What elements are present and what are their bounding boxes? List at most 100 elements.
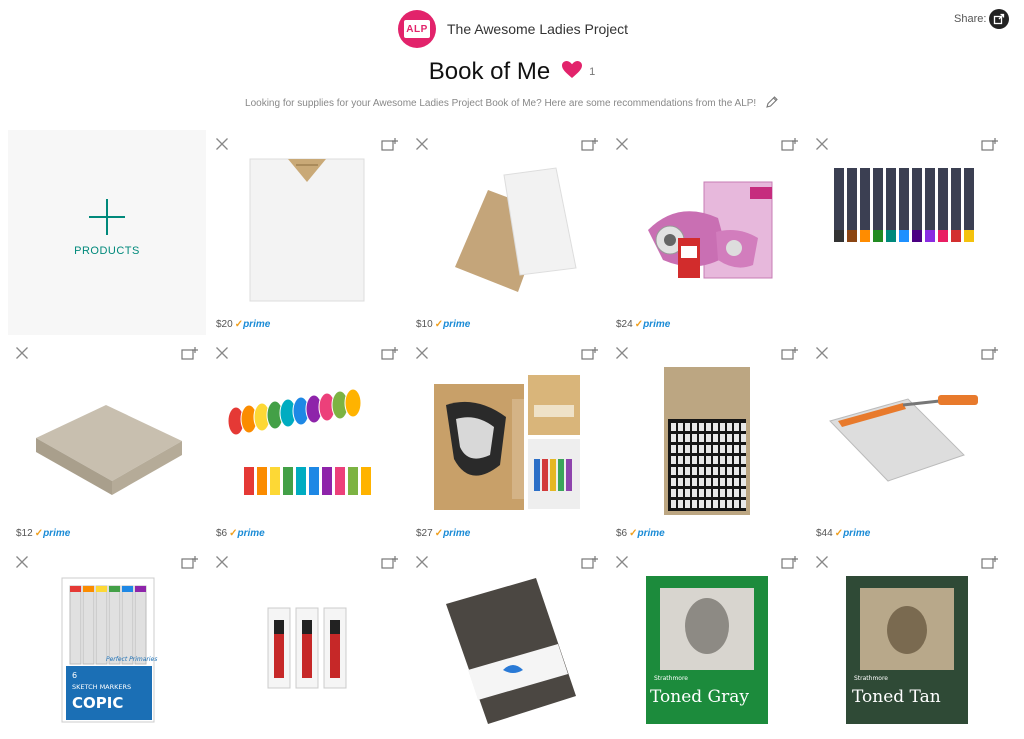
price-amount: $20	[216, 319, 233, 330]
product-tile-rainbow-washi-tape[interactable]: $6 ✓prime	[208, 339, 406, 544]
product-tile-tim-holtz-label-letters[interactable]: $6 ✓prime	[608, 339, 806, 544]
product-image[interactable]	[408, 339, 606, 544]
add-to-list-icon[interactable]	[781, 346, 799, 361]
add-to-list-icon[interactable]	[581, 346, 599, 361]
prime-check-icon: ✓	[234, 319, 244, 330]
brand-name[interactable]: The Awesome Ladies Project	[447, 21, 628, 37]
price-label: $6 ✓prime	[216, 528, 265, 539]
description-text: Looking for supplies for your Awesome La…	[245, 98, 757, 110]
product-tile-kraft-and-white-board[interactable]: $10 ✓prime	[408, 130, 606, 335]
add-to-list-icon[interactable]	[181, 346, 199, 361]
product-tile-strathmore-toned-gray[interactable]: Strathmore Toned Gray	[608, 548, 806, 739]
add-to-list-icon[interactable]	[981, 346, 999, 361]
pencil-icon[interactable]	[765, 95, 779, 112]
add-to-list-icon[interactable]	[581, 137, 599, 152]
add-to-list-icon[interactable]	[381, 137, 399, 152]
remove-icon[interactable]	[615, 555, 629, 569]
product-image[interactable]	[408, 130, 606, 335]
price-amount: $44	[816, 528, 833, 539]
toned-gray-label: Toned Gray	[650, 687, 749, 707]
toned-tan-label: Toned Tan	[852, 687, 941, 707]
product-image[interactable]: Strathmore Toned Gray	[608, 548, 806, 739]
prime-badge: prime	[43, 528, 71, 539]
remove-icon[interactable]	[415, 137, 429, 151]
remove-icon[interactable]	[415, 346, 429, 360]
product-tile-copic-sketch-markers[interactable]: 6 SKETCH MARKERS COPIC Perfect Primaries	[8, 548, 206, 739]
add-products-button[interactable]: PRODUCTS	[8, 130, 206, 335]
product-image[interactable]	[208, 548, 406, 739]
prime-badge: prime	[443, 319, 471, 330]
prime-check-icon: ✓	[229, 528, 238, 539]
product-image[interactable]: 6 SKETCH MARKERS COPIC Perfect Primaries	[8, 548, 206, 739]
prime-badge: prime	[843, 528, 871, 539]
add-products-label: PRODUCTS	[74, 244, 140, 257]
product-tile-sharpie-markers[interactable]	[208, 548, 406, 739]
price-label: $27 ✓prime	[416, 528, 470, 539]
price-label: $6 ✓prime	[616, 528, 665, 539]
add-to-list-icon[interactable]	[981, 137, 999, 152]
copic-count: 6	[72, 671, 77, 680]
add-to-list-icon[interactable]	[181, 555, 199, 570]
add-to-list-icon[interactable]	[581, 555, 599, 570]
price-amount: $27	[416, 528, 433, 539]
add-to-list-icon[interactable]	[981, 555, 999, 570]
price-amount: $12	[16, 528, 33, 539]
product-grid: PRODUCTS $20 ✓prime $10 ✓prime $24 ✓prime $12 ✓…	[8, 130, 1008, 739]
prime-check-icon: ✓	[434, 528, 444, 539]
product-tile-kraft-cardstock-pack[interactable]: $12 ✓prime	[8, 339, 206, 544]
add-to-list-icon[interactable]	[781, 555, 799, 570]
product-image[interactable]	[808, 130, 1006, 335]
copic-brand: COPIC	[72, 694, 123, 712]
product-image[interactable]	[808, 339, 1006, 544]
product-tile-tim-holtz-tiny-attacher[interactable]: $27 ✓prime	[408, 339, 606, 544]
price-label: $44 ✓prime	[816, 528, 870, 539]
prime-badge: prime	[237, 528, 265, 539]
prime-check-icon: ✓	[834, 528, 844, 539]
product-image[interactable]	[408, 548, 606, 739]
like-count: 1	[589, 66, 596, 78]
prime-check-icon: ✓	[634, 319, 644, 330]
prime-check-icon: ✓	[434, 319, 444, 330]
remove-icon[interactable]	[215, 555, 229, 569]
strathmore-label: Strathmore	[654, 675, 688, 682]
strathmore-label: Strathmore	[854, 675, 888, 682]
remove-icon[interactable]	[415, 555, 429, 569]
product-image[interactable]	[8, 339, 206, 544]
copic-desc: SKETCH MARKERS	[72, 683, 131, 691]
add-to-list-icon[interactable]	[781, 137, 799, 152]
price-amount: $6	[216, 528, 228, 539]
remove-icon[interactable]	[615, 137, 629, 151]
prime-badge: prime	[243, 319, 271, 330]
product-image[interactable]: Strathmore Toned Tan	[808, 548, 1006, 739]
product-tile-leather-journal[interactable]	[408, 548, 606, 739]
product-tile-scotch-tape-glider[interactable]: $24 ✓prime	[608, 130, 806, 335]
remove-icon[interactable]	[815, 555, 829, 569]
page-header: ALP The Awesome Ladies Project Share: Bo…	[0, 0, 1024, 130]
add-to-list-icon[interactable]	[381, 346, 399, 361]
remove-icon[interactable]	[215, 137, 229, 151]
price-amount: $6	[616, 528, 628, 539]
prime-badge: prime	[443, 528, 471, 539]
share-icon[interactable]	[989, 9, 1009, 29]
remove-icon[interactable]	[15, 555, 29, 569]
remove-icon[interactable]	[15, 346, 29, 360]
product-image[interactable]	[208, 130, 406, 335]
product-tile-strathmore-toned-tan[interactable]: Strathmore Toned Tan	[808, 548, 1006, 739]
product-image[interactable]	[608, 339, 806, 544]
remove-icon[interactable]	[815, 346, 829, 360]
price-amount: $10	[416, 319, 433, 330]
plus-icon	[89, 198, 125, 235]
add-to-list-icon[interactable]	[381, 555, 399, 570]
alp-logo[interactable]: ALP	[398, 10, 436, 48]
product-tile-fineliner-pens-set[interactable]	[808, 130, 1006, 335]
product-image[interactable]	[208, 339, 406, 544]
share-label: Share:	[954, 13, 987, 25]
remove-icon[interactable]	[815, 137, 829, 151]
heart-icon[interactable]	[561, 60, 583, 84]
product-tile-watercolor-paper-pad[interactable]: $20 ✓prime	[208, 130, 406, 335]
copic-series: Perfect Primaries	[106, 656, 157, 663]
product-tile-paper-trimmer[interactable]: $44 ✓prime	[808, 339, 1006, 544]
remove-icon[interactable]	[615, 346, 629, 360]
remove-icon[interactable]	[215, 346, 229, 360]
product-image[interactable]	[608, 130, 806, 335]
